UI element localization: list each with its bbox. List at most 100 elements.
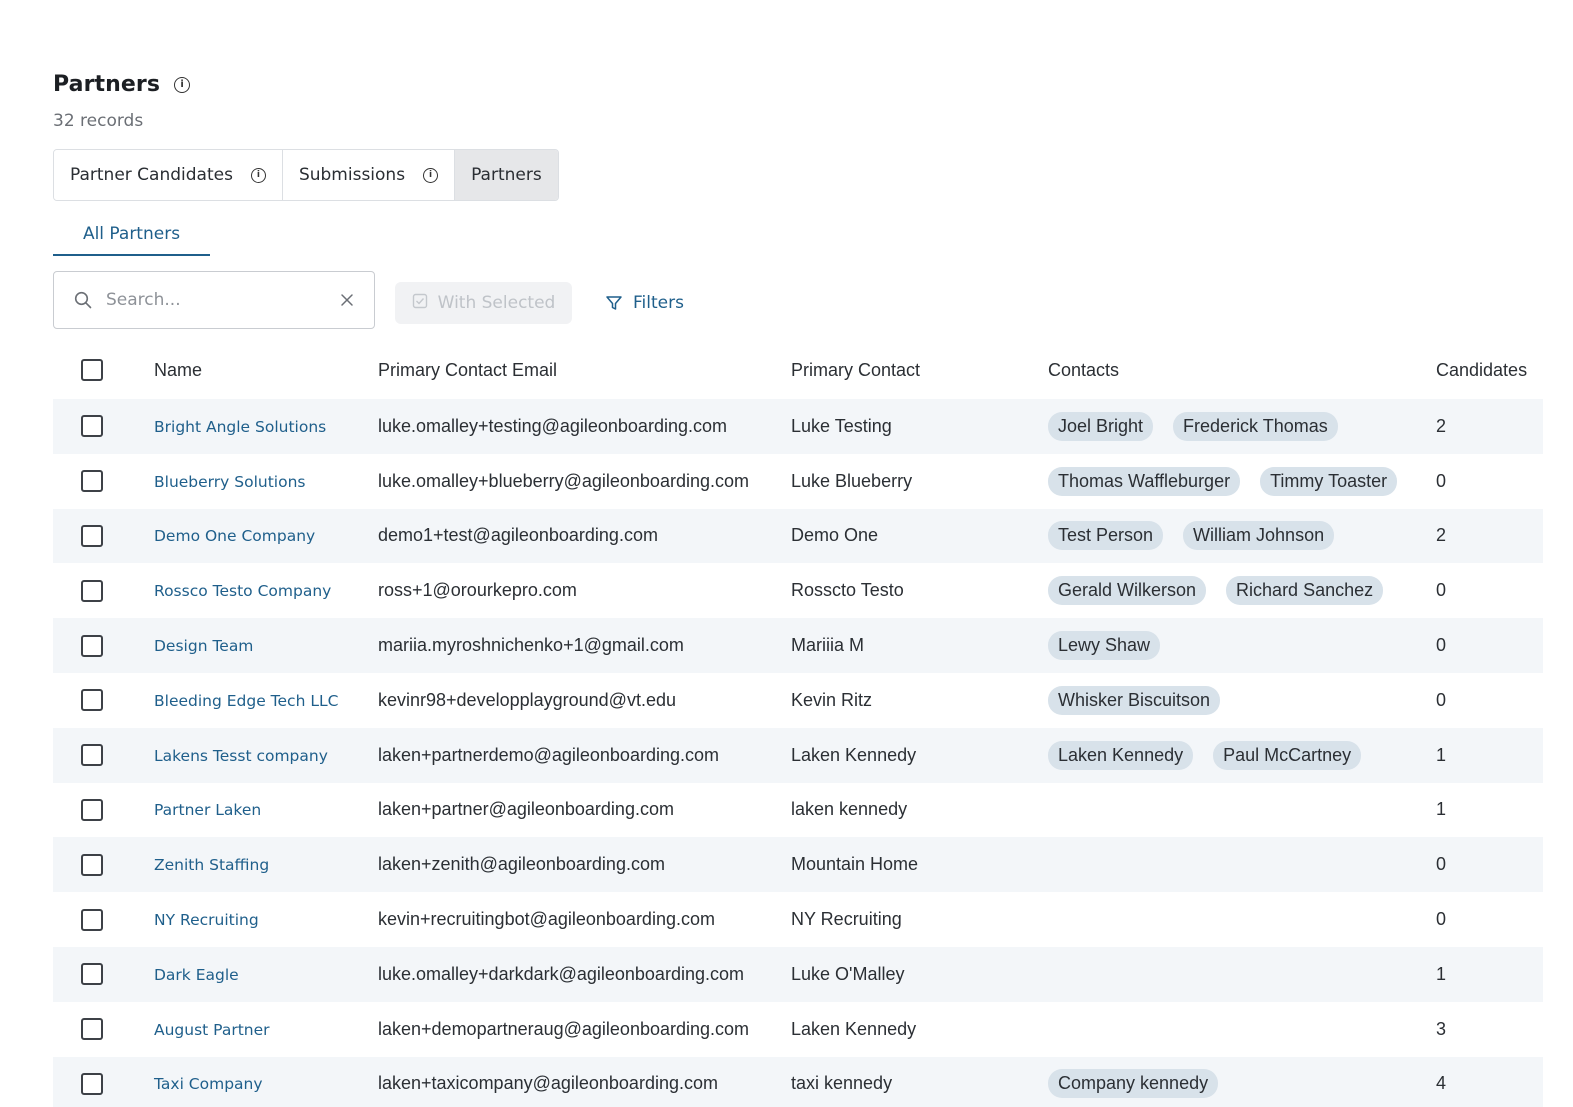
- row-checkbox[interactable]: [81, 470, 103, 493]
- contact-chip[interactable]: Frederick Thomas: [1173, 411, 1338, 441]
- tab-partner-candidates[interactable]: Partner Candidates i: [54, 150, 283, 200]
- search-input[interactable]: [106, 290, 340, 310]
- name-cell: Taxi Company: [154, 1073, 378, 1094]
- primary-contact: laken kennedy: [791, 799, 908, 820]
- table-row[interactable]: Bright Angle Solutions luke.omalley+testi…: [53, 399, 1543, 454]
- primary-contact-email: ross+1@orourkepro.com: [378, 580, 577, 601]
- info-icon[interactable]: i: [250, 167, 266, 183]
- column-header-name[interactable]: Name: [154, 360, 378, 381]
- primary-contact-email: luke.omalley+testing@agileonboarding.com: [378, 415, 727, 436]
- close-icon[interactable]: [340, 293, 354, 307]
- name-cell: Blueberry Solutions: [154, 471, 378, 492]
- primary-contact: Luke Blueberry: [791, 470, 913, 491]
- select-all-checkbox[interactable]: [81, 359, 103, 381]
- primary-contact-email: laken+partner@agileonboarding.com: [378, 799, 674, 820]
- row-select-cell: [53, 853, 154, 876]
- row-select-cell: [53, 470, 154, 493]
- info-icon[interactable]: i: [423, 167, 439, 183]
- contacts-cell: Test Person William Johnson: [1048, 521, 1436, 551]
- primary-contact: Laken Kennedy: [791, 1018, 917, 1039]
- row-checkbox[interactable]: [81, 689, 103, 712]
- filters-button[interactable]: Filters: [605, 282, 684, 324]
- page-title: Partners: [53, 72, 161, 97]
- contact-chip[interactable]: Laken Kennedy: [1048, 740, 1194, 770]
- table-row[interactable]: Design Team mariia.myroshnichenko+1@gmail…: [53, 618, 1543, 673]
- row-checkbox[interactable]: [81, 1072, 103, 1095]
- contact-chip[interactable]: Company kennedy: [1048, 1069, 1219, 1099]
- partner-name-link[interactable]: Demo One Company: [154, 527, 315, 545]
- with-selected-button[interactable]: With Selected: [395, 282, 572, 324]
- candidates-count: 0: [1436, 854, 1447, 875]
- checkbox-icon: [412, 293, 428, 314]
- row-checkbox[interactable]: [81, 634, 103, 657]
- contacts-cell: Lewy Shaw: [1048, 631, 1436, 661]
- contact-chip[interactable]: Test Person: [1048, 521, 1164, 551]
- partner-name-link[interactable]: Design Team: [154, 637, 253, 655]
- contacts-cell: Laken Kennedy Paul McCartney: [1048, 740, 1436, 770]
- row-checkbox[interactable]: [81, 963, 103, 986]
- table-row[interactable]: Lakens Tesst company laken+partnerdemo@ag…: [53, 727, 1543, 783]
- name-cell: Partner Laken: [154, 799, 378, 820]
- primary-contact-email: demo1+test@agileonboarding.com: [378, 525, 658, 546]
- partner-name-link[interactable]: Rossco Testo Company: [154, 582, 331, 600]
- table-row[interactable]: NY Recruiting kevin+recruitingbot@agileon…: [53, 892, 1543, 947]
- info-icon[interactable]: i: [174, 76, 191, 93]
- contact-chip[interactable]: Whisker Biscuitson: [1048, 685, 1221, 715]
- contact-chip[interactable]: Paul McCartney: [1213, 740, 1362, 770]
- partner-name-link[interactable]: Zenith Staffing: [154, 856, 269, 874]
- partner-name-link[interactable]: NY Recruiting: [154, 911, 259, 929]
- contact-chip[interactable]: Richard Sanchez: [1226, 576, 1384, 606]
- primary-contact: Mariiia M: [791, 635, 865, 656]
- primary-contact: Laken Kennedy: [791, 744, 917, 765]
- table-row[interactable]: Zenith Staffing laken+zenith@agileonboard…: [53, 837, 1543, 893]
- primary-contact-email: laken+partnerdemo@agileonboarding.com: [378, 744, 719, 765]
- candidates-count: 4: [1436, 1073, 1447, 1094]
- partner-name-link[interactable]: Bright Angle Solutions: [154, 418, 326, 436]
- row-select-cell: [53, 963, 154, 986]
- table-row[interactable]: Taxi Company laken+taxicompany@agileonboa…: [53, 1056, 1543, 1107]
- column-header-primary-contact[interactable]: Primary Contact: [791, 360, 1048, 381]
- primary-contact: Luke Testing: [791, 415, 892, 436]
- table-row[interactable]: August Partner laken+demopartneraug@agile…: [53, 1002, 1543, 1057]
- table-row[interactable]: Blueberry Solutions luke.omalley+blueberr…: [53, 454, 1543, 509]
- name-cell: August Partner: [154, 1019, 378, 1040]
- row-checkbox[interactable]: [81, 415, 103, 438]
- row-select-cell: [53, 744, 154, 767]
- partner-name-link[interactable]: Bleeding Edge Tech LLC: [154, 692, 338, 710]
- table-row[interactable]: Demo One Company demo1+test@agileonboardi…: [53, 508, 1543, 564]
- name-cell: Bleeding Edge Tech LLC: [154, 690, 378, 711]
- tab-submissions[interactable]: Submissions i: [282, 150, 456, 200]
- column-header-email[interactable]: Primary Contact Email: [378, 360, 791, 381]
- partner-name-link[interactable]: August Partner: [154, 1021, 270, 1039]
- row-checkbox[interactable]: [81, 579, 103, 602]
- contact-chip[interactable]: Joel Bright: [1048, 411, 1154, 441]
- row-checkbox[interactable]: [81, 908, 103, 931]
- tab-partners[interactable]: Partners: [455, 150, 558, 200]
- table-row[interactable]: Dark Eagle luke.omalley+darkdark@agileonb…: [53, 946, 1543, 1002]
- table-row[interactable]: Bleeding Edge Tech LLC kevinr98+developpl…: [53, 673, 1543, 728]
- table-row[interactable]: Rossco Testo Company ross+1@orourkepro.co…: [53, 563, 1543, 618]
- partner-name-link[interactable]: Taxi Company: [154, 1075, 263, 1093]
- name-cell: Zenith Staffing: [154, 854, 378, 875]
- candidates-count: 1: [1436, 744, 1447, 765]
- candidates-count: 0: [1436, 689, 1447, 710]
- table-row[interactable]: Partner Laken laken+partner@agileonboardi…: [53, 783, 1543, 838]
- subtab-all-partners[interactable]: All Partners: [53, 214, 210, 256]
- row-checkbox[interactable]: [81, 524, 103, 547]
- column-header-candidates[interactable]: Candidates: [1436, 360, 1543, 381]
- primary-contact: Mountain Home: [791, 854, 919, 875]
- column-header-contacts[interactable]: Contacts: [1048, 360, 1436, 381]
- contact-chip[interactable]: William Johnson: [1183, 521, 1335, 551]
- contact-chip[interactable]: Timmy Toaster: [1260, 466, 1398, 496]
- partner-name-link[interactable]: Dark Eagle: [154, 966, 239, 984]
- partner-name-link[interactable]: Lakens Tesst company: [154, 747, 328, 765]
- row-checkbox[interactable]: [81, 853, 103, 876]
- row-checkbox[interactable]: [81, 1018, 103, 1041]
- contact-chip[interactable]: Gerald Wilkerson: [1048, 576, 1207, 606]
- partner-name-link[interactable]: Blueberry Solutions: [154, 473, 305, 491]
- row-checkbox[interactable]: [81, 798, 103, 821]
- contact-chip[interactable]: Lewy Shaw: [1048, 631, 1161, 661]
- contact-chip[interactable]: Thomas Waffleburger: [1048, 466, 1241, 496]
- row-checkbox[interactable]: [81, 744, 103, 767]
- partner-name-link[interactable]: Partner Laken: [154, 801, 261, 819]
